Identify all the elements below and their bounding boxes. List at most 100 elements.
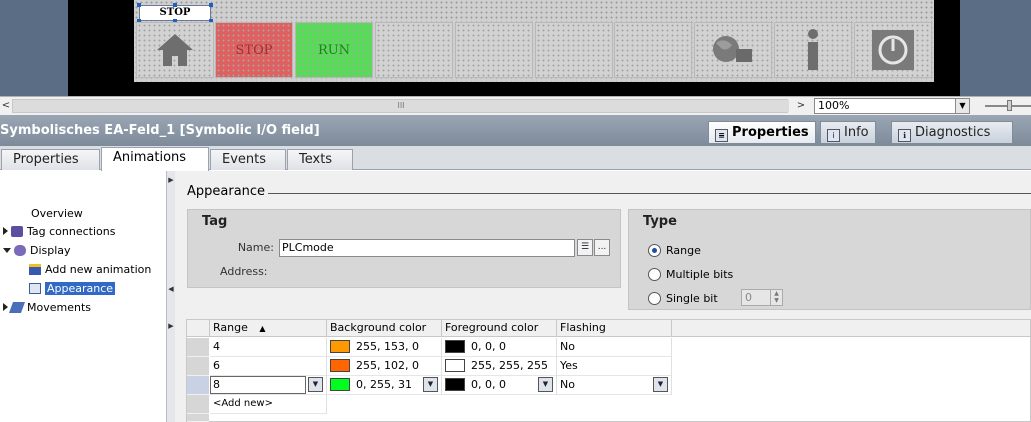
- color-swatch: [445, 340, 465, 353]
- color-value: 255, 153, 0: [356, 340, 419, 353]
- dropdown-arrow-icon[interactable]: ▼: [653, 377, 668, 392]
- zoom-slider-thumb[interactable]: [1007, 100, 1012, 111]
- scroll-right-button[interactable]: >: [795, 98, 807, 114]
- info-icon: [808, 29, 818, 70]
- table-cell-background-color[interactable]: 255, 102, 0: [327, 357, 442, 376]
- row-header[interactable]: [187, 395, 209, 414]
- hmi-preview-area: STOP STOP RUN: [0, 0, 1031, 96]
- tree-item-label: Overview: [31, 207, 83, 220]
- tag-name-input[interactable]: PLCmode: [279, 239, 575, 257]
- info-button[interactable]: [774, 22, 852, 78]
- tree-item-add-new-animation[interactable]: Add new animation: [29, 260, 151, 279]
- dropdown-arrow-icon[interactable]: ▼: [538, 377, 553, 392]
- radio-button[interactable]: [648, 292, 661, 305]
- tab-animations[interactable]: Animations: [101, 147, 209, 171]
- row-header[interactable]: [187, 338, 209, 357]
- row-header[interactable]: [187, 357, 209, 376]
- browse-button[interactable]: ...: [594, 239, 610, 256]
- tree-item-label: Display: [30, 244, 71, 257]
- tree-item-movements[interactable]: Movements: [3, 298, 91, 317]
- color-value: 0, 255, 31: [356, 378, 412, 391]
- column-header-foreground-color[interactable]: Foreground color: [442, 320, 557, 337]
- panel-splitter[interactable]: ▶ ◀ ▶: [166, 171, 175, 422]
- diagnostics-icon: ℹ: [898, 129, 911, 142]
- zoom-select[interactable]: 100%: [814, 98, 970, 114]
- tag-list-button[interactable]: ☰: [577, 239, 593, 256]
- type-option-multiple-bits[interactable]: Multiple bits: [648, 267, 733, 285]
- table-cell-foreground-color[interactable]: 0, 0, 0: [442, 338, 557, 357]
- language-button[interactable]: [694, 22, 772, 78]
- horizontal-scrollbar[interactable]: III: [12, 99, 789, 113]
- expand-arrow-icon[interactable]: [3, 303, 8, 311]
- tree-item-overview[interactable]: Overview: [31, 204, 83, 223]
- hmi-side-left: [0, 0, 68, 96]
- table-cell-foreground-color[interactable]: 0, 0, 0 ▼: [442, 376, 557, 395]
- selection-handle[interactable]: [173, 3, 177, 7]
- empty-button[interactable]: [535, 22, 613, 78]
- tab-texts[interactable]: Texts: [287, 149, 353, 170]
- movement-icon: [8, 302, 26, 313]
- color-value: 0, 0, 0: [471, 340, 506, 353]
- tab-info[interactable]: i Info: [820, 121, 876, 144]
- globe-language-icon: [713, 36, 752, 62]
- splitter-right-arrow-icon[interactable]: ▶: [168, 175, 174, 185]
- radio-button[interactable]: [648, 268, 661, 281]
- stop-button[interactable]: STOP: [215, 22, 293, 78]
- tree-item-appearance[interactable]: Appearance: [29, 279, 116, 298]
- empty-button[interactable]: [455, 22, 533, 78]
- type-option-single-bit[interactable]: Single bit: [648, 291, 718, 309]
- expand-arrow-icon[interactable]: [3, 227, 8, 235]
- row-header-selected[interactable]: [187, 376, 209, 395]
- tree-item-display[interactable]: Display: [3, 241, 71, 260]
- empty-button[interactable]: [614, 22, 692, 78]
- tree-item-tag-connections[interactable]: Tag connections: [3, 222, 115, 241]
- selection-handle[interactable]: [137, 3, 141, 7]
- collapse-arrow-icon[interactable]: [3, 248, 11, 253]
- tab-properties-inspector[interactable]: ≡ Properties: [708, 121, 816, 144]
- tab-diagnostics[interactable]: ℹ Diagnostics: [891, 121, 1013, 144]
- table-cell-range[interactable]: 4: [210, 338, 327, 357]
- home-button[interactable]: [136, 22, 214, 78]
- zoom-slider[interactable]: [985, 100, 1031, 111]
- tree-item-label: Movements: [27, 301, 91, 314]
- tag-group: Tag Name: PLCmode ☰ ... Address:: [187, 209, 621, 288]
- column-header-background-color[interactable]: Background color: [327, 320, 442, 337]
- table-cell-flashing[interactable]: No ▼: [557, 376, 672, 395]
- column-header-range[interactable]: Range ▲: [210, 320, 327, 337]
- type-group: Type Range Multiple bits Single bit 0 ▲ ▼: [628, 209, 1031, 310]
- scroll-left-button[interactable]: <: [0, 98, 12, 114]
- run-button[interactable]: RUN: [295, 22, 373, 78]
- scrollbar-thumb[interactable]: III: [13, 100, 789, 112]
- zoom-dropdown-button[interactable]: ▼: [955, 98, 970, 114]
- dropdown-arrow-icon[interactable]: ▼: [308, 377, 323, 392]
- radio-button[interactable]: [648, 244, 661, 257]
- tab-properties[interactable]: Properties: [1, 149, 100, 170]
- inspector-title-bar: Symbolisches EA-Feld_1 [Symbolic I/O fie…: [0, 115, 1031, 146]
- tag-connection-icon: [11, 226, 23, 237]
- power-icon: [872, 30, 914, 70]
- splitter-left-arrow-icon[interactable]: ◀: [168, 284, 174, 294]
- table-cell-foreground-color[interactable]: 255, 255, 255: [442, 357, 557, 376]
- type-option-range[interactable]: Range: [648, 243, 701, 261]
- tab-events[interactable]: Events: [210, 149, 286, 170]
- address-label: Address:: [220, 265, 268, 278]
- splitter-right-arrow-icon[interactable]: ▶: [168, 321, 174, 331]
- column-header-flashing[interactable]: Flashing: [557, 320, 672, 337]
- tag-group-title: Tag: [202, 214, 228, 229]
- empty-button[interactable]: [375, 22, 453, 78]
- dropdown-arrow-icon[interactable]: ▼: [423, 377, 438, 392]
- table-cell-range-editing[interactable]: 8 ▼: [210, 376, 327, 395]
- add-new-row[interactable]: <Add new>: [210, 395, 327, 414]
- table-cell-background-color[interactable]: 255, 153, 0: [327, 338, 442, 357]
- range-edit-input[interactable]: 8: [210, 376, 306, 394]
- color-value: 0, 0, 0: [471, 378, 506, 391]
- editor-scroll-strip: < III > 100% ▼: [0, 96, 1031, 115]
- selection-handle[interactable]: [209, 3, 213, 7]
- spinner-arrows-icon[interactable]: ▲ ▼: [770, 290, 782, 305]
- table-cell-range[interactable]: 6: [210, 357, 327, 376]
- power-button[interactable]: [854, 22, 932, 78]
- table-cell-background-color[interactable]: 0, 255, 31 ▼: [327, 376, 442, 395]
- table-cell-flashing[interactable]: Yes: [557, 357, 672, 376]
- table-cell-flashing[interactable]: No: [557, 338, 672, 357]
- color-swatch: [445, 359, 465, 372]
